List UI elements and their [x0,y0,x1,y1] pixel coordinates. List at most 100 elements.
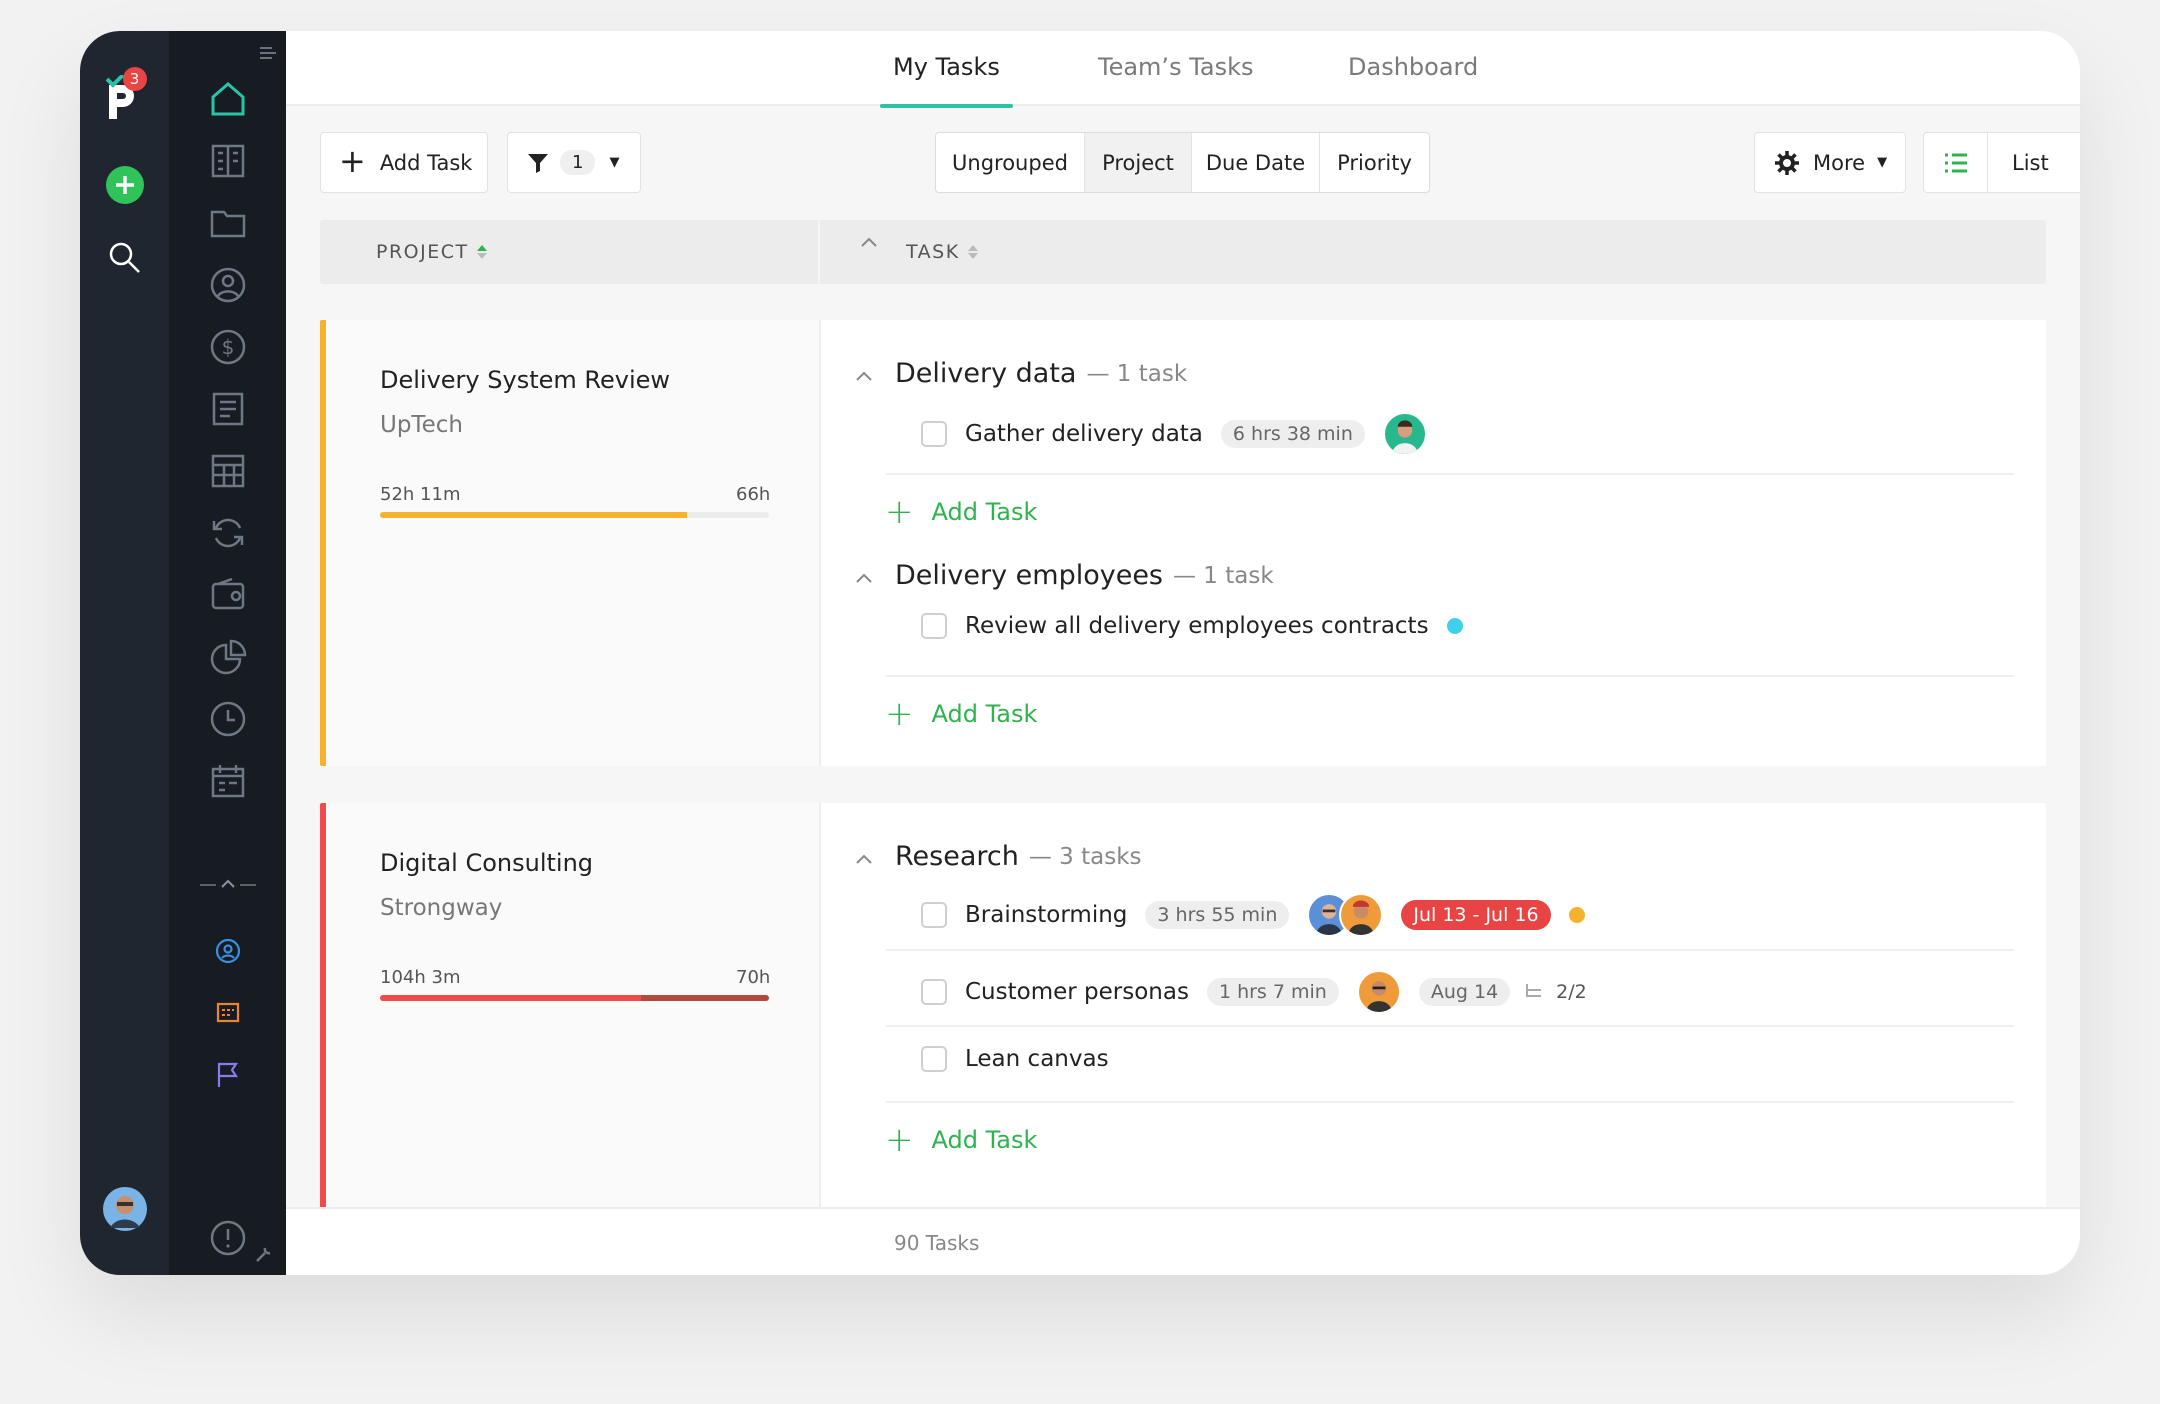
table-header: PROJECT TASK [320,220,2046,284]
collapse-icon[interactable] [258,45,278,61]
chevron-up-icon[interactable] [860,236,878,248]
secondary-rail: $ [169,31,286,1275]
task-group-header[interactable]: Delivery employees — 1 task [855,560,1274,591]
chevron-up-icon[interactable] [855,841,895,872]
group-project[interactable]: Project [1085,133,1192,192]
task-checkbox[interactable] [921,902,947,928]
pie-chart-icon[interactable] [208,637,248,677]
flag-icon[interactable] [215,1061,241,1089]
main-content: My Tasks Team’s Tasks Dashboard + Add Ta… [286,31,2080,1275]
add-task-inline-button[interactable]: + Add Task [885,1123,1037,1157]
folder-icon[interactable] [208,203,248,243]
subtask-icon [1526,984,1542,997]
filter-button[interactable]: 1 ▼ [507,132,641,193]
user-avatar[interactable] [102,1186,148,1232]
project-client[interactable]: UpTech [380,412,463,438]
more-button[interactable]: More ▼ [1754,132,1906,193]
project-card: Digital Consulting Strongway 104h 3m 70h… [320,803,2046,1243]
task-group-count: — 3 tasks [1028,843,1142,870]
due-date-badge[interactable]: Aug 14 [1418,978,1511,1006]
plus-icon: + [885,694,914,734]
assignee-avatar[interactable] [1339,893,1384,937]
time-logged: 104h 3m [380,967,461,988]
task-group-header[interactable]: Delivery data — 1 task [855,358,1187,389]
chevron-up-icon[interactable] [855,560,895,591]
group-due-date[interactable]: Due Date [1192,133,1320,192]
calendar-small-icon[interactable] [215,999,241,1025]
add-task-inline-button[interactable]: + Add Task [885,495,1037,529]
task-count: 90 Tasks [894,1231,980,1255]
funnel-icon [528,153,548,173]
person-circle-icon[interactable] [214,937,242,965]
tab-teams-tasks[interactable]: Team’s Tasks [1098,53,1254,106]
task-row[interactable]: Customer personas 1 hrs 7 min Aug 14 2/2 [921,970,1587,1014]
task-group-header[interactable]: Research — 3 tasks [855,841,1142,872]
app-window: 3 $ My Tasks Team’s Tasks Dashboard + Ad… [80,31,2080,1275]
gear-icon [1775,150,1799,175]
project-name[interactable]: Digital Consulting [380,849,593,877]
dollar-icon[interactable]: $ [208,327,248,367]
task-title[interactable]: Customer personas [965,979,1189,1005]
refresh-icon[interactable] [208,513,248,553]
add-task-button[interactable]: + Add Task [320,132,488,193]
tab-dashboard[interactable]: Dashboard [1348,53,1478,106]
company-icon[interactable] [208,141,248,181]
primary-rail: 3 [80,31,169,1275]
task-row[interactable]: Lean canvas [921,1046,1109,1072]
task-checkbox[interactable] [921,421,947,447]
calendar-icon[interactable] [208,761,248,801]
wallet-icon[interactable] [208,575,248,615]
view-label: List [2012,150,2049,175]
plus-icon: + [885,1120,914,1160]
task-row[interactable]: Brainstorming 3 hrs 55 min Jul 13 - Jul … [921,893,1585,937]
wrench-icon[interactable] [254,1244,274,1264]
project-column-header[interactable]: PROJECT [376,241,489,263]
group-ungrouped[interactable]: Ungrouped [936,133,1085,192]
document-icon[interactable] [208,389,248,429]
clock-icon[interactable] [208,699,248,739]
task-row[interactable]: Review all delivery employees contracts [921,613,1463,639]
add-task-inline-button[interactable]: + Add Task [885,697,1037,731]
project-card: Delivery System Review UpTech 52h 11m 66… [320,320,2046,766]
app-logo[interactable]: 3 [105,67,147,125]
task-title[interactable]: Review all delivery employees contracts [965,613,1429,639]
assignee-avatar[interactable] [1382,412,1427,456]
home-icon[interactable] [208,79,248,119]
task-row[interactable]: Gather delivery data 6 hrs 38 min [921,412,1427,456]
due-date-badge[interactable]: Jul 13 - Jul 16 [1401,900,1551,930]
caret-down-icon: ▼ [1877,155,1888,170]
time-budget: 70h [736,967,771,988]
plus-icon: + [885,492,914,532]
task-checkbox[interactable] [921,1046,947,1072]
view-selector[interactable]: List ▼ [1923,132,2080,193]
list-view-icon [1924,133,1988,192]
tab-my-tasks[interactable]: My Tasks [880,53,1013,108]
task-title[interactable]: Lean canvas [965,1046,1109,1072]
task-group-name: Research [895,841,1019,872]
project-client[interactable]: Strongway [380,895,502,921]
contacts-icon[interactable] [208,265,248,305]
project-name[interactable]: Delivery System Review [380,366,670,394]
assignee-avatars [1307,893,1384,937]
status-dot [1446,618,1463,634]
task-title[interactable]: Gather delivery data [965,421,1203,447]
task-column-header[interactable]: TASK [906,241,980,263]
task-title[interactable]: Brainstorming [965,902,1127,928]
budget-progress-bar [380,512,769,518]
search-button[interactable] [108,241,142,275]
add-task-label: Add Task [379,150,473,175]
search-icon [109,242,140,273]
group-priority[interactable]: Priority [1320,133,1429,192]
task-checkbox[interactable] [921,979,947,1005]
task-checkbox[interactable] [921,613,947,639]
create-button[interactable] [105,165,145,205]
filter-count: 1 [560,150,596,175]
subtask-count: 2/2 [1556,981,1587,1003]
chevron-up-icon[interactable] [198,876,258,890]
chevron-up-icon[interactable] [855,358,895,389]
assignee-avatar[interactable] [1356,970,1401,1014]
project-summary: Delivery System Review UpTech 52h 11m 66… [320,320,819,766]
info-icon[interactable] [209,1219,247,1257]
table-icon[interactable] [208,451,248,491]
top-tabs: My Tasks Team’s Tasks Dashboard [286,31,2080,108]
